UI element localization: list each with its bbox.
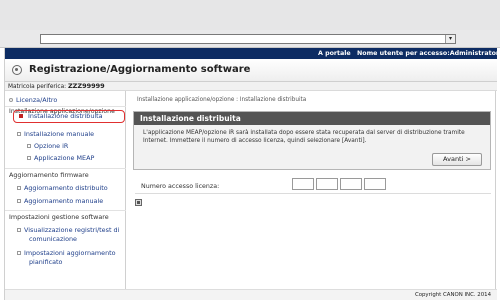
divider — [5, 106, 126, 107]
browser-chrome: ▾ — [0, 0, 500, 48]
sidebar-item-firmware-distributed[interactable]: Aggiornamento distribuito — [17, 184, 108, 192]
divider — [5, 210, 126, 211]
web-page: A portale Nome utente per accesso:Admini… — [4, 48, 500, 300]
user-logout-label[interactable]: Nome utente per accesso:Administrator Es… — [357, 48, 500, 59]
sidebar-item-license[interactable]: Licenza/Altro — [9, 96, 57, 104]
address-bar[interactable]: ▾ — [40, 34, 456, 44]
divider — [5, 168, 126, 169]
square-bullet-icon — [27, 144, 31, 148]
panel-description: L'applicazione MEAP/opzione iR sarà inst… — [143, 130, 465, 144]
square-bullet-icon — [27, 156, 31, 160]
sidebar-item-update-settings[interactable]: Impostazioni aggiornamento — [17, 249, 116, 257]
sidebar-item-label: Applicazione MEAP — [34, 154, 95, 162]
page-title: Registrazione/Aggiornamento software — [29, 64, 251, 75]
sidebar-item-install-distributed[interactable]: Installazione distribuita — [13, 110, 125, 123]
sidebar-item-install-manual[interactable]: Installazione manuale — [17, 130, 94, 138]
serial-label: Matricola periferica: — [8, 84, 67, 90]
sidebar-item-view-logs[interactable]: Visualizzazione registri/test di — [17, 226, 119, 234]
divider — [135, 193, 491, 194]
serial-value: ZZZ99999 — [67, 82, 105, 90]
square-bullet-icon — [17, 132, 21, 136]
sidebar-item-label: Aggiornamento manuale — [24, 197, 104, 205]
sidebar-item-label: Licenza/Altro — [16, 96, 58, 104]
sidebar-item-label: Installazione manuale — [24, 130, 95, 138]
square-bullet-icon — [17, 186, 21, 190]
sidebar-item-firmware-manual[interactable]: Aggiornamento manuale — [17, 197, 103, 205]
sidebar: Licenza/Altro Installazione applicazione… — [5, 91, 126, 300]
sidebar-item-label: Impostazioni aggiornamento — [24, 249, 116, 257]
circle-bullet-icon — [9, 98, 13, 102]
footer: Copyright CANON INC. 2014 — [5, 289, 497, 300]
license-field-2[interactable] — [316, 178, 338, 190]
back-to-top-icon[interactable] — [135, 199, 142, 206]
license-number-label: Numero accesso licenza: — [141, 183, 220, 190]
portal-link[interactable]: A portale — [318, 48, 351, 59]
browser-title-strip — [0, 0, 500, 30]
breadcrumb: Installazione applicazione/opzione : Ins… — [137, 97, 307, 103]
serial-bar: Matricola periferica: ZZZ99999 — [5, 82, 497, 91]
license-field-1[interactable] — [292, 178, 314, 190]
square-bullet-icon — [17, 199, 21, 203]
sidebar-item-label: Installazione distribuita — [28, 112, 103, 120]
sidebar-item-option-ir[interactable]: Opzione iR — [27, 142, 68, 150]
sidebar-section-settings: Impostazioni gestione software — [9, 213, 109, 221]
panel-title: Installazione distribuita — [134, 112, 490, 125]
address-dropdown-icon[interactable]: ▾ — [445, 35, 455, 43]
copyright: Copyright CANON INC. 2014 — [414, 292, 491, 298]
square-bullet-icon — [17, 228, 21, 232]
sidebar-item-meap-app[interactable]: Applicazione MEAP — [27, 154, 94, 162]
license-field-3[interactable] — [340, 178, 362, 190]
resize-grip-icon[interactable] — [492, 292, 500, 300]
next-button[interactable]: Avanti > — [432, 153, 482, 166]
square-bullet-icon — [17, 251, 21, 255]
sidebar-section-firmware: Aggiornamento firmware — [9, 171, 89, 179]
sidebar-item-view-logs-cont[interactable]: comunicazione — [29, 235, 77, 243]
sidebar-item-label: Opzione iR — [34, 142, 69, 150]
main-content: Installazione applicazione/opzione : Ins… — [127, 91, 497, 300]
sidebar-item-label: Aggiornamento distribuito — [24, 184, 108, 192]
software-update-icon — [12, 65, 22, 75]
top-bar: A portale Nome utente per accesso:Admini… — [5, 48, 500, 59]
sidebar-item-label: Visualizzazione registri/test di — [24, 226, 120, 234]
license-field-4[interactable] — [364, 178, 386, 190]
sidebar-item-update-settings-cont[interactable]: pianificato — [29, 258, 62, 266]
install-panel: Installazione distribuita L'applicazione… — [133, 111, 491, 170]
app-header: Registrazione/Aggiornamento software — [5, 59, 497, 82]
selected-bullet-icon — [19, 114, 23, 118]
